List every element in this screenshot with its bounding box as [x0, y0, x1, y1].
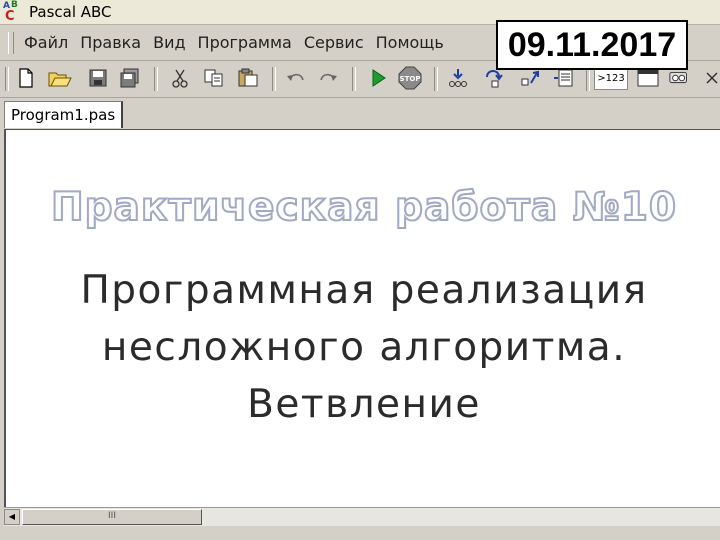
subtitle-line: Ветвление [247, 382, 481, 427]
toolbar-separator [434, 67, 438, 91]
subtitle-line: Программная реализация [80, 268, 648, 313]
close-icon[interactable] [700, 66, 720, 90]
run-icon[interactable] [366, 66, 390, 90]
redo-icon[interactable] [316, 66, 340, 90]
menu-edit[interactable]: Правка [80, 33, 141, 52]
svg-text:STOP: STOP [400, 75, 421, 83]
cut-icon[interactable] [168, 66, 192, 90]
subtitle-line: несложного алгоритма. [101, 325, 627, 370]
window-title: Pascal ABC [29, 3, 112, 21]
menu-grip [8, 31, 14, 54]
toolbar-separator [154, 67, 158, 91]
menu-program[interactable]: Программа [198, 33, 292, 52]
menu-help[interactable]: Помощь [376, 33, 444, 52]
code-editor[interactable]: Практическая работа №10 Программная реал… [4, 129, 720, 507]
save-all-icon[interactable] [118, 66, 142, 90]
pascal-abc-logo-icon: ABC [3, 0, 18, 24]
toolbar-separator [352, 67, 356, 91]
menu-view[interactable]: Вид [153, 33, 185, 52]
date-label: 09.11.2017 [496, 20, 688, 70]
step-into-icon[interactable] [446, 66, 470, 90]
status-bar [0, 526, 720, 540]
undo-icon[interactable] [284, 66, 308, 90]
toolbar-separator [586, 67, 590, 91]
menu-file[interactable]: Файл [24, 33, 68, 52]
open-folder-icon[interactable] [48, 66, 72, 90]
tab-program1[interactable]: Program1.pas [4, 101, 124, 128]
horizontal-scrollbar[interactable]: ◀ III [4, 507, 720, 527]
copy-icon[interactable] [202, 66, 226, 90]
new-file-icon[interactable] [14, 66, 38, 90]
stop-icon[interactable]: STOP [398, 66, 422, 90]
paste-icon[interactable] [236, 66, 260, 90]
slide-title: Практическая работа №10 [50, 184, 677, 231]
menu-service[interactable]: Сервис [304, 33, 364, 52]
save-icon[interactable] [86, 66, 110, 90]
slide-subtitle: Программная реализация несложного алгори… [6, 262, 720, 433]
toolbar-grip [5, 67, 9, 91]
tab-strip: Program1.pas [0, 98, 720, 128]
toolbar-separator [272, 67, 276, 91]
scroll-left-arrow-icon[interactable]: ◀ [4, 509, 20, 525]
scroll-thumb[interactable]: III [22, 509, 202, 525]
